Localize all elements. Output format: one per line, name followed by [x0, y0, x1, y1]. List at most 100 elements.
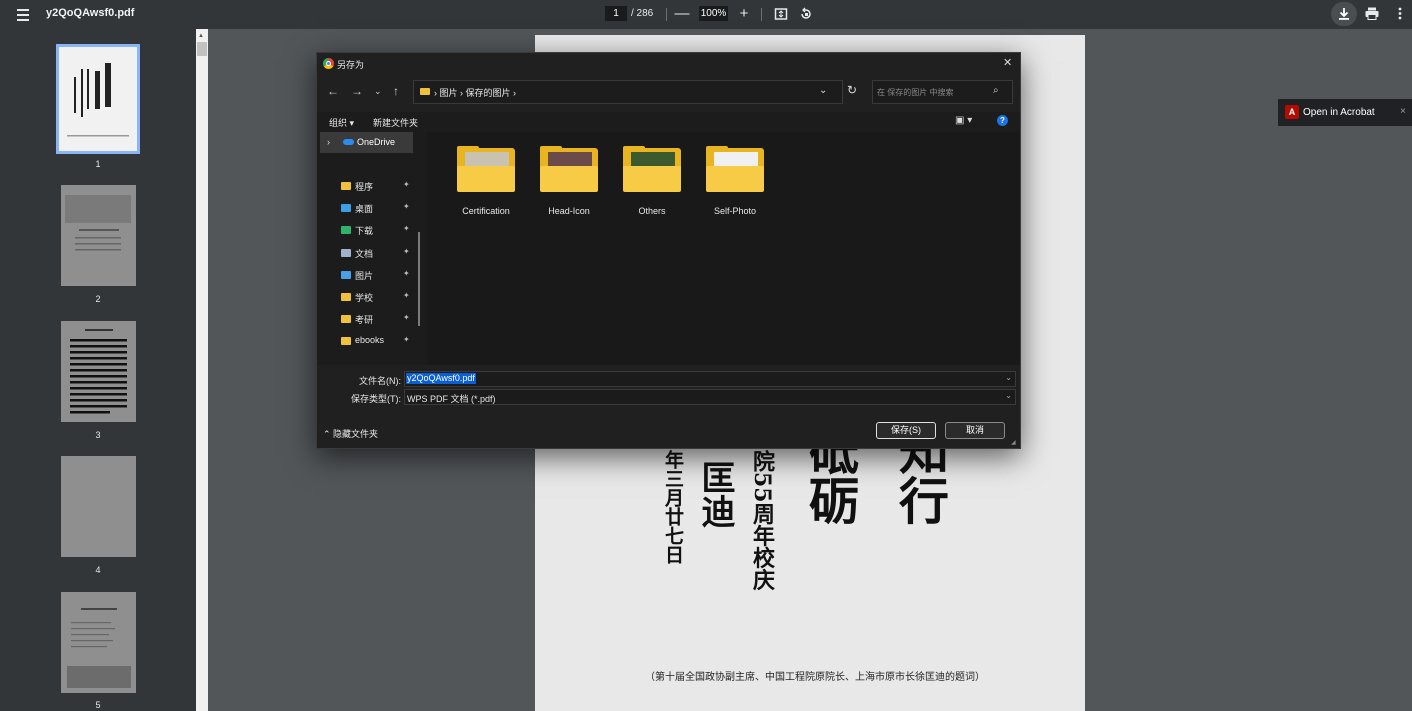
thumbnail-number: 1 [95, 159, 101, 169]
more-vertical-icon[interactable] [1390, 4, 1410, 24]
page-total: / 286 [631, 8, 654, 19]
nav-item[interactable]: 程序 ✦ [341, 177, 415, 195]
folder-icon [341, 293, 351, 301]
save-button[interactable]: 保存(S) [876, 422, 936, 439]
filename-input[interactable]: y2QoQAwsf0.pdf ⌄ [404, 371, 1016, 387]
scroll-up-icon[interactable]: ▲ [198, 33, 204, 39]
help-icon[interactable]: ? [997, 115, 1008, 126]
nav-item-label: 桌面 [355, 204, 374, 215]
print-icon[interactable] [1362, 4, 1382, 24]
folder-icon [341, 204, 351, 213]
filename-label: 文件名(N): [359, 376, 401, 386]
close-icon[interactable]: ✕ [1003, 56, 1012, 69]
thumbnail-page-4[interactable] [61, 456, 136, 557]
cancel-button[interactable]: 取消 [945, 422, 1005, 439]
toolbar-divider [666, 8, 667, 21]
rotate-icon[interactable] [796, 4, 816, 24]
sidebar-scrollbar[interactable]: ▲ [196, 29, 208, 711]
nav-item[interactable]: 图片 ✦ [341, 266, 415, 284]
chrome-icon [323, 58, 334, 69]
thumbnail-page-5[interactable] [61, 592, 136, 693]
folder-item-certification[interactable]: Certification [447, 144, 517, 219]
dialog-title: 另存为 [337, 60, 365, 70]
onedrive-cloud-icon [343, 139, 354, 145]
back-arrow-icon[interactable]: ← [327, 84, 339, 98]
nav-item[interactable]: 桌面 ✦ [341, 199, 415, 217]
pin-icon[interactable]: ✦ [403, 247, 410, 256]
forward-arrow-icon[interactable]: → [351, 84, 363, 98]
nav-item-label: 下载 [355, 226, 374, 237]
chevron-down-icon[interactable]: ⌄ [1005, 391, 1012, 400]
pin-icon[interactable]: ✦ [403, 313, 410, 322]
folder-icon [420, 88, 430, 95]
folder-item-others[interactable]: Others [613, 144, 683, 219]
pin-icon[interactable]: ✦ [403, 291, 410, 300]
zoom-out-button[interactable]: — [672, 4, 692, 24]
nav-item-onedrive[interactable]: › OneDrive [320, 132, 413, 153]
folder-item-self-photo[interactable]: Self-Photo [696, 144, 766, 219]
page-caption: （第十届全国政协副主席、中国工程院原院长、上海市原市长徐匡迪的题词） [645, 672, 985, 683]
dialog-titlebar[interactable]: 另存为 ✕ [317, 53, 1020, 75]
zoom-input[interactable]: 100% [699, 6, 728, 21]
pin-icon[interactable]: ✦ [403, 269, 410, 278]
toolbar-divider [761, 8, 762, 21]
fit-page-icon[interactable] [771, 4, 791, 24]
nav-item[interactable]: 学校 ✦ [341, 288, 415, 306]
nav-item-label: ebooks [355, 335, 385, 346]
address-bar[interactable]: › 图片 › 保存的图片 › ⌄ [413, 80, 843, 104]
folder-icon [457, 166, 515, 192]
folder-item-head-icon[interactable]: Head-Icon [530, 144, 600, 219]
organize-button[interactable]: 组织 ▾ [329, 116, 354, 129]
nav-item[interactable]: ebooks ✦ [341, 332, 415, 350]
chevron-down-icon[interactable]: ⌄ [1005, 373, 1012, 382]
open-in-acrobat-label[interactable]: Open in Acrobat [1303, 107, 1375, 118]
hide-folders-toggle[interactable]: ⌃ 隐藏文件夹 [323, 427, 378, 440]
calligraphy-inscription: 院55周年校庆 [749, 450, 775, 591]
filename-value[interactable]: y2QoQAwsf0.pdf [406, 373, 476, 384]
thumbnail-number: 4 [95, 565, 101, 575]
open-in-acrobat-banner[interactable]: A Open in Acrobat × [1278, 99, 1412, 126]
close-icon[interactable]: × [1400, 106, 1406, 117]
navigation-row: ← → ⌄ ↑ › 图片 › 保存的图片 › ⌄ ↻ 在 保存的图片 中搜索 ⌕ [317, 78, 1020, 106]
chevron-down-icon[interactable]: ⌄ [819, 85, 827, 96]
scrollbar-thumb[interactable] [197, 42, 207, 56]
thumbnail-sidebar: 1 2 3 4 5 [0, 29, 196, 711]
thumbnail-page-3[interactable] [61, 321, 136, 422]
pin-icon[interactable]: ✦ [403, 180, 410, 189]
zoom-in-button[interactable]: + [734, 4, 754, 24]
view-options-icon[interactable]: ▣ ▾ [955, 115, 972, 126]
nav-item[interactable]: 考研 ✦ [341, 310, 415, 328]
refresh-icon[interactable]: ↻ [847, 83, 857, 97]
up-arrow-icon[interactable]: ↑ [393, 84, 399, 98]
thumbnail-page-2[interactable] [61, 185, 136, 286]
folder-icon [341, 337, 351, 346]
search-icon[interactable]: ⌕ [993, 85, 999, 96]
chevron-right-icon[interactable]: › [327, 137, 330, 147]
pin-icon[interactable]: ✦ [403, 224, 410, 233]
thumbnail-number: 5 [95, 700, 101, 710]
acrobat-logo-icon: A [1285, 105, 1299, 119]
resize-grip-icon[interactable]: ◢ [1011, 439, 1016, 446]
pin-icon[interactable]: ✦ [403, 335, 410, 344]
download-icon[interactable] [1334, 4, 1354, 24]
pdf-toolbar: y2QoQAwsf0.pdf 1 / 286 — 100% + [0, 0, 1412, 29]
nav-pane-scrollbar[interactable] [418, 232, 420, 326]
folder-icon [623, 166, 681, 192]
folder-label: Certification [462, 206, 510, 216]
nav-item[interactable]: 下载 ✦ [341, 221, 415, 239]
recent-locations-chevron-icon[interactable]: ⌄ [374, 86, 382, 97]
filetype-select[interactable]: WPS PDF 文档 (*.pdf) ⌄ [404, 389, 1016, 405]
new-folder-button[interactable]: 新建文件夹 [373, 116, 418, 129]
folder-icon [341, 248, 351, 257]
navigation-pane: › OneDrive 程序 ✦ 桌面 ✦ 下载 ✦ 文档 ✦ 图片 ✦ 学校 ✦ 考研 ✦ ebooks ✦ [317, 132, 427, 365]
thumbnail-page-1[interactable] [56, 44, 140, 154]
page-number-input[interactable]: 1 [605, 6, 627, 21]
folder-icon [341, 270, 351, 279]
nav-item-label: OneDrive [357, 137, 396, 147]
menu-icon[interactable] [13, 5, 33, 25]
breadcrumb[interactable]: › 图片 › 保存的图片 › [434, 86, 516, 99]
search-input[interactable]: 在 保存的图片 中搜索 ⌕ [872, 80, 1013, 104]
nav-item[interactable]: 文档 ✦ [341, 244, 415, 262]
pin-icon[interactable]: ✦ [403, 202, 410, 211]
file-list: Certification Head-Icon Others Self-Phot… [427, 132, 1020, 365]
